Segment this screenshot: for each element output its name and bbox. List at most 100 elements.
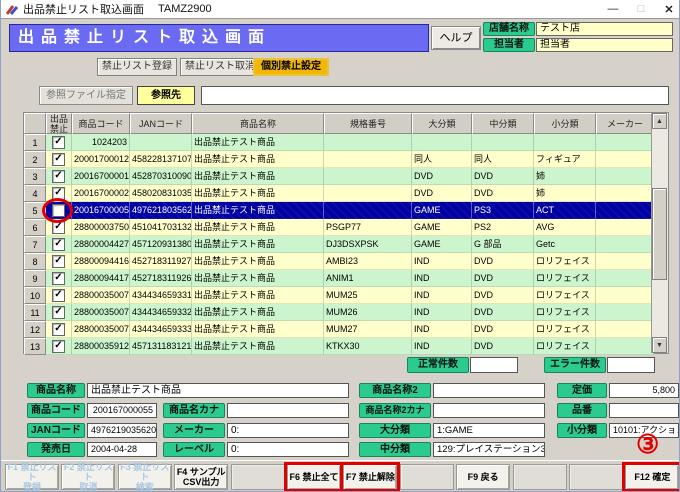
scroll-up-icon[interactable]: ▲ [652, 113, 667, 129]
page-title-banner: 出品禁止リスト取込画面 [9, 24, 429, 52]
fkey-button: F2 禁止リスト取消 [61, 464, 115, 490]
row-number: 7 [24, 236, 46, 253]
fkey-label: F9 戻る [468, 472, 499, 482]
table-row[interactable]: 8✓2880009441694527183119276出品禁止テスト商品AMBI… [24, 253, 654, 270]
cell-maker [596, 151, 654, 168]
table-row[interactable]: 2✓2000170001214582281371076出品禁止テスト商品同人同人… [24, 151, 654, 168]
app-window: 出品禁止リスト取込画面 TAMZ2900 — □ ✕ 出品禁止リスト取込画面 ヘ… [0, 0, 680, 492]
product-name2-kana-label: 商品名称2カナ [359, 403, 431, 418]
scroll-down-icon[interactable]: ▼ [652, 337, 667, 353]
major-category-field: 1:GAME [433, 423, 545, 438]
table-row[interactable]: 9✓2880009441714527183119269出品禁止テスト商品ANIM… [24, 270, 654, 287]
cell-kikaku-number [324, 151, 412, 168]
cell-middle-category [472, 134, 534, 151]
column-header: 大分類 [412, 113, 472, 134]
fkey-button[interactable]: F4 サンプルCSV出力 [174, 464, 228, 490]
cell-jan-code [130, 134, 192, 151]
cell-product-name: 出品禁止テスト商品 [192, 338, 324, 355]
maximize-button[interactable]: □ [633, 3, 649, 15]
scrollbar-thumb[interactable] [652, 188, 667, 280]
ban-checkbox[interactable]: ✓ [52, 340, 65, 353]
ban-checkbox[interactable]: ✓ [52, 136, 65, 149]
specify-file-button[interactable]: 参照ファイル指定 [39, 86, 133, 105]
release-date-label: 発売日 [27, 442, 85, 457]
cell-product-name: 出品禁止テスト商品 [192, 236, 324, 253]
cell-kikaku-number: MUM25 [324, 287, 412, 304]
cell-product-code: 288000350076 [72, 304, 130, 321]
browse-button[interactable]: 参照先 [137, 86, 195, 105]
normal-count-field [470, 357, 518, 373]
fkey-label2: CSV出力 [183, 477, 220, 487]
cell-minor-category: 姉 [534, 168, 596, 185]
ban-checkbox[interactable]: ✓ [52, 238, 65, 251]
cell-kikaku-number [324, 202, 412, 219]
ban-checkbox[interactable]: ✓ [52, 289, 65, 302]
ban-checkbox[interactable]: ✓ [52, 170, 65, 183]
table-row[interactable]: 6✓2880000375014510417031321出品禁止テスト商品PSGP… [24, 219, 654, 236]
cell-middle-category: DVD [472, 321, 534, 338]
cell-jan-code: 4976218035620 [130, 202, 192, 219]
table-row[interactable]: 4✓2001670000224580208310357出品禁止テスト商品DVDD… [24, 185, 654, 202]
table-row[interactable]: 10✓2880003500754344346593319出品禁止テスト商品MUM… [24, 287, 654, 304]
ban-checkbox[interactable]: ✓ [52, 153, 65, 166]
cell-kikaku-number: DJ3DSXPSK [324, 236, 412, 253]
fkey-button[interactable]: F9 戻る [456, 464, 510, 490]
table-row[interactable]: 12✓2880003500774344346593333出品禁止テスト商品MUM… [24, 321, 654, 338]
cell-minor-category: フィギュア [534, 151, 596, 168]
table-row[interactable]: 52001670000554976218035620出品禁止テスト商品GAMEP… [24, 202, 654, 219]
row-number: 8 [24, 253, 46, 270]
minimize-button[interactable]: — [605, 3, 621, 15]
cell-major-category: GAME [412, 219, 472, 236]
ban-checkbox-cell: ✓ [46, 338, 72, 355]
row-number: 12 [24, 321, 46, 338]
ban-checkbox[interactable]: ✓ [52, 272, 65, 285]
cell-minor-category [534, 134, 596, 151]
annotation-step-3: ③ [636, 431, 659, 457]
tab-individual-ban-setting[interactable]: 個別禁止設定 [253, 58, 329, 76]
cell-kikaku-number: PSGP77 [324, 219, 412, 236]
cell-kikaku-number: AMBI23 [324, 253, 412, 270]
ban-checkbox[interactable]: ✓ [52, 323, 65, 336]
cell-major-category: IND [412, 304, 472, 321]
jan-code-field: 4976219035620 [87, 423, 157, 438]
product-code-label: 商品コード [27, 403, 85, 418]
fkey-button[interactable]: F12 確定 [625, 464, 679, 490]
table-row[interactable]: 1✓1024203出品禁止テスト商品 [24, 134, 654, 151]
column-header: 中分類 [472, 113, 534, 134]
cell-minor-category: Getc [534, 236, 596, 253]
table-row[interactable]: 13✓2880003591214571311831213出品禁止テスト商品KTK… [24, 338, 654, 355]
close-button[interactable]: ✕ [661, 3, 677, 16]
ban-checkbox-cell: ✓ [46, 270, 72, 287]
table-row[interactable]: 7 ✓ 2880000442734571209313803出品禁止テスト商品DJ3D… [24, 236, 654, 253]
cell-minor-category: ロリフェイス [534, 253, 596, 270]
help-button[interactable]: ヘルプ [431, 26, 481, 50]
row-number: 9 [24, 270, 46, 287]
cell-product-code: 288000359121 [72, 338, 130, 355]
product-code-field: 200167000055 [87, 403, 157, 418]
ban-checkbox-cell: ✓ [46, 134, 72, 151]
file-path-input[interactable] [201, 86, 669, 105]
ban-checkbox[interactable]: ✓ [52, 255, 65, 268]
table-row[interactable]: 3✓2001670000184528703100903出品禁止テスト商品DVDD… [24, 168, 654, 185]
cell-maker [596, 202, 654, 219]
ban-checkbox[interactable]: ✓ [52, 306, 65, 319]
column-header: 小分類 [534, 113, 596, 134]
fkey-button[interactable]: F6 禁止全て [287, 464, 341, 490]
tab-ban-list-cancel[interactable]: 禁止リスト取消 [180, 58, 260, 76]
cell-jan-code: 4571209313803 [130, 236, 192, 253]
error-count-label: エラー件数 [544, 357, 606, 373]
cell-jan-code: 4344346593319 [130, 287, 192, 304]
column-header: 商品名称 [192, 113, 324, 134]
cell-product-code: 200167000022 [72, 185, 130, 202]
table-row[interactable]: 11✓2880003500764344346593326出品禁止テスト商品MUM… [24, 304, 654, 321]
cell-product-code: 288000350075 [72, 287, 130, 304]
table-scrollbar[interactable]: ▲ ▼ [651, 113, 668, 353]
cell-major-category: GAME [412, 236, 472, 253]
staff-label: 担当者 [483, 38, 535, 52]
row-number: 13 [24, 338, 46, 355]
cell-jan-code: 4527183119276 [130, 253, 192, 270]
fkey-button[interactable]: F7 禁止解除 [343, 464, 397, 490]
tab-ban-list-register[interactable]: 禁止リスト登録 [97, 58, 177, 76]
cell-product-code: 288000044273 [72, 236, 130, 253]
cell-maker [596, 287, 654, 304]
